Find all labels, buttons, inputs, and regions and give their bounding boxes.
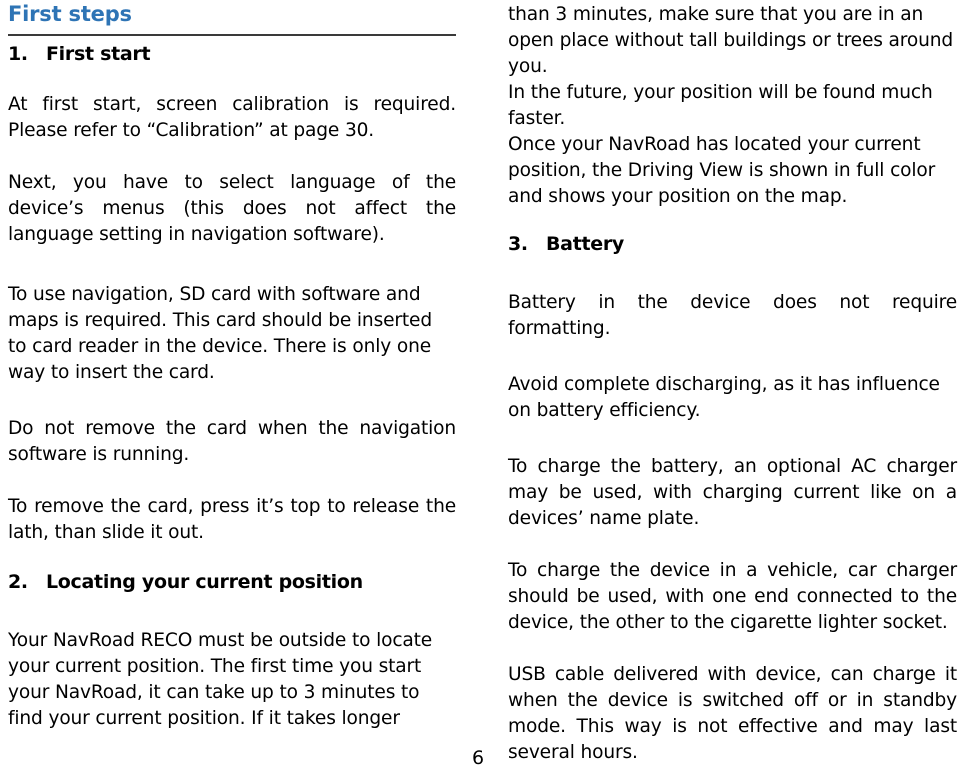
- running-head: First steps: [8, 2, 132, 26]
- section-title-3: Battery: [546, 233, 625, 255]
- paragraph-right-6: To charge the battery, an optional AC ch…: [508, 455, 957, 529]
- left-column: First steps 1. First start At first star…: [8, 0, 456, 732]
- page-number: 6: [0, 747, 960, 769]
- section-heading-2: 2. Locating your current position: [8, 570, 456, 594]
- paragraph-left-3: To use navigation, SD card with software…: [8, 283, 432, 383]
- paragraph-left-2: Next, you have to select language of the…: [8, 171, 456, 245]
- paragraph-right-5: Avoid complete discharging, as it has in…: [508, 373, 940, 421]
- section-heading-3: 3. Battery: [508, 233, 957, 256]
- paragraph-left-4: Do not remove the card when the navigati…: [8, 417, 456, 465]
- section-number-3: 3.: [508, 233, 528, 255]
- section-title-1: First start: [46, 43, 151, 66]
- paragraph-right-3: Once your NavRoad has located your curre…: [508, 134, 936, 207]
- section-heading-1: 1. First start: [8, 43, 456, 66]
- paragraph-right-2: In the future, your position will be fou…: [508, 82, 933, 129]
- paragraph-right-7: To charge the device in a vehicle, car c…: [508, 559, 957, 633]
- right-column: than 3 minutes, make sure that you are i…: [508, 0, 957, 766]
- paragraph-left-6: Your NavRoad RECO must be outside to loc…: [8, 629, 433, 729]
- section-number-1: 1.: [8, 43, 28, 66]
- paragraph-right-1: than 3 minutes, make sure that you are i…: [508, 4, 954, 77]
- section-number-2: 2.: [8, 570, 28, 593]
- document-page: First steps 1. First start At first star…: [0, 0, 960, 775]
- paragraph-left-1: At first start, screen calibration is re…: [8, 93, 456, 141]
- section-title-2: Locating your current position: [46, 570, 363, 593]
- page-number-value: 6: [471, 747, 485, 769]
- paragraph-left-5: To remove the card, press it’s top to re…: [8, 495, 456, 543]
- paragraph-right-4: Battery in the device does not require f…: [508, 291, 957, 339]
